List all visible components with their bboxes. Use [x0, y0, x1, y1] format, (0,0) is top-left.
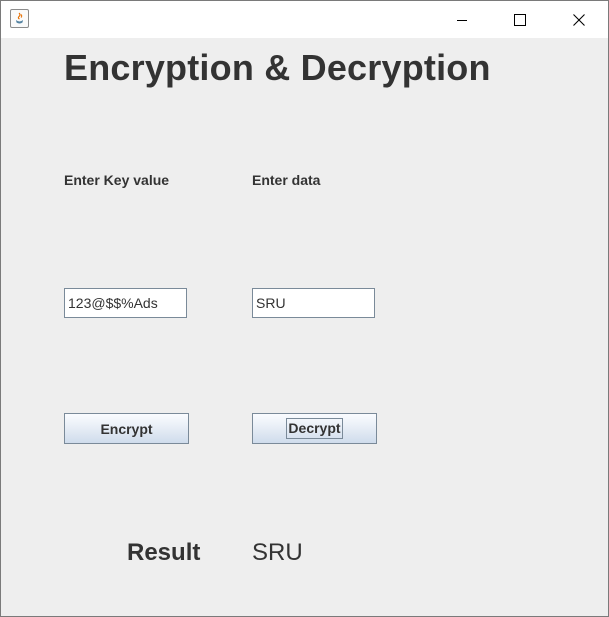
close-button[interactable]	[550, 1, 608, 38]
title-bar[interactable]	[1, 1, 608, 38]
result-value: SRU	[252, 539, 303, 566]
minimize-button[interactable]	[433, 1, 491, 38]
decrypt-button[interactable]: Decrypt	[252, 413, 377, 444]
decrypt-button-label: Decrypt	[286, 418, 343, 439]
app-window: Encryption & Decryption Enter Key value …	[0, 0, 609, 617]
close-icon	[573, 13, 585, 26]
key-label: Enter Key value	[64, 172, 170, 188]
java-app-icon[interactable]	[10, 9, 29, 28]
page-title: Encryption & Decryption	[64, 47, 491, 88]
encrypt-button[interactable]: Encrypt	[64, 413, 189, 444]
maximize-button[interactable]	[491, 1, 549, 38]
key-input[interactable]	[64, 288, 187, 318]
encrypt-button-label: Encrypt	[100, 420, 153, 437]
result-label: Result	[127, 539, 201, 566]
data-input[interactable]	[252, 288, 375, 318]
minimize-icon	[457, 19, 467, 21]
data-label: Enter data	[252, 172, 321, 188]
maximize-icon	[514, 13, 526, 26]
